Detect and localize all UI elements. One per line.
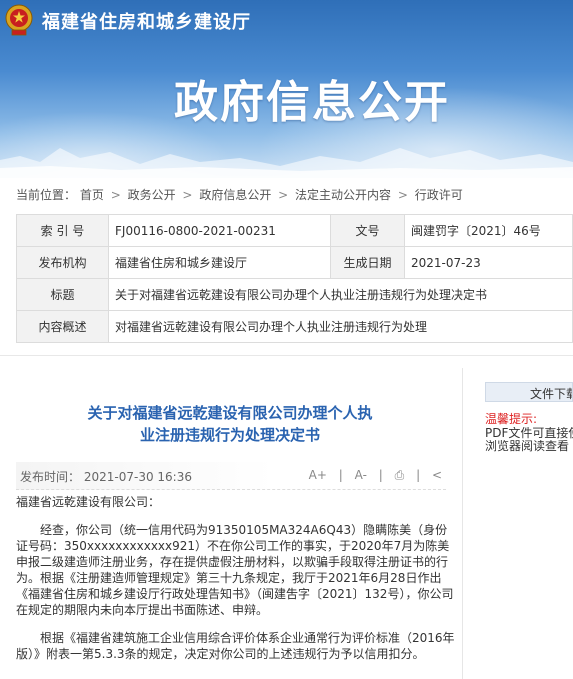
- header-banner: 福建省住房和城乡建设厅 政府信息公开: [0, 0, 573, 178]
- docno-value: 闽建罚字〔2021〕46号: [404, 214, 573, 247]
- tip-text: 浏览器阅读查看: [485, 440, 570, 453]
- table-row: 索 引 号 FJ00116-0800-2021-00231 文号 闽建罚字〔20…: [16, 214, 573, 247]
- sidebar: 文件下载 温馨提示: PDF文件可直接使用 浏览器阅读查看: [485, 382, 573, 453]
- publish-bar: 发布时间： 2021-07-30 16:36 A+ | A- | ⎙ | <: [16, 462, 446, 490]
- title-value: 关于对福建省远乾建设有限公司办理个人执业注册违规行为处理决定书: [108, 278, 573, 311]
- article-tools: A+ | A- | ⎙ | <: [301, 468, 442, 483]
- title-label: 标题: [16, 278, 109, 311]
- breadcrumb-open-affairs[interactable]: 政务公开: [128, 188, 176, 202]
- docno-label: 文号: [330, 214, 405, 247]
- breadcrumb-admin-license[interactable]: 行政许可: [415, 188, 463, 202]
- date-value: 2021-07-23: [404, 246, 573, 279]
- breadcrumb-gov-info[interactable]: 政府信息公开: [199, 188, 271, 202]
- font-decrease-button[interactable]: A-: [355, 468, 367, 482]
- date-label: 生成日期: [330, 246, 405, 279]
- article-paragraph: 经查，你公司（统一信用代码为91350105MA324A6Q43）隐瞒陈美（身份…: [16, 523, 454, 617]
- article-title-line: 业注册违规行为处理决定书: [139, 426, 320, 444]
- metadata-table: 索 引 号 FJ00116-0800-2021-00231 文号 闽建罚字〔20…: [16, 214, 573, 343]
- tool-separator: |: [378, 468, 383, 482]
- table-row: 发布机构 福建省住房和城乡建设厅 生成日期 2021-07-23: [16, 246, 573, 279]
- breadcrumb-separator: >: [397, 188, 408, 202]
- breadcrumb: 当前位置： 首页 > 政务公开 > 政府信息公开 > 法定主动公开内容 > 行政…: [16, 186, 463, 203]
- article-title-line: 关于对福建省远乾建设有限公司办理个人执: [87, 404, 373, 422]
- breadcrumb-separator: >: [278, 188, 289, 202]
- tool-separator: |: [416, 468, 421, 482]
- section-title: 政府信息公开: [174, 77, 450, 128]
- issuer-value: 福建省住房和城乡建设厅: [108, 246, 331, 279]
- column-divider: [462, 368, 463, 679]
- article-body: 福建省远乾建设有限公司： 经查，你公司（统一信用代码为91350105MA324…: [16, 494, 456, 674]
- site-name[interactable]: 福建省住房和城乡建设厅: [42, 8, 251, 34]
- section-divider: [0, 355, 573, 356]
- breadcrumb-separator: >: [110, 188, 121, 202]
- breadcrumb-prefix: 当前位置：: [16, 188, 77, 202]
- breadcrumb-statutory[interactable]: 法定主动公开内容: [295, 188, 391, 202]
- summary-label: 内容概述: [16, 310, 109, 343]
- file-download-heading[interactable]: 文件下载: [485, 382, 573, 402]
- issuer-label: 发布机构: [16, 246, 109, 279]
- breadcrumb-home[interactable]: 首页: [80, 188, 104, 202]
- table-row: 内容概述 对福建省远乾建设有限公司办理个人执业注册违规行为处理: [16, 310, 573, 343]
- index-label: 索 引 号: [16, 214, 109, 247]
- salutation: 福建省远乾建设有限公司：: [16, 495, 161, 509]
- index-value: FJ00116-0800-2021-00231: [108, 214, 331, 247]
- publish-time: 发布时间： 2021-07-30 16:36: [20, 468, 192, 485]
- font-increase-button[interactable]: A+: [309, 468, 327, 482]
- tool-separator: |: [338, 468, 343, 482]
- tip-label: 温馨提示:: [485, 412, 538, 426]
- publish-time-value: 2021-07-30 16:36: [83, 470, 192, 484]
- share-icon[interactable]: <: [432, 468, 442, 482]
- breadcrumb-separator: >: [182, 188, 193, 202]
- print-icon[interactable]: ⎙: [395, 468, 405, 482]
- publish-time-label: 发布时间：: [20, 470, 81, 484]
- article-title: 关于对福建省远乾建设有限公司办理个人执 业注册违规行为处理决定书: [60, 402, 400, 446]
- table-row: 标题 关于对福建省远乾建设有限公司办理个人执业注册违规行为处理决定书: [16, 278, 573, 311]
- national-emblem-icon: [5, 4, 33, 36]
- tip-text: PDF文件可直接使用: [485, 427, 573, 440]
- summary-value: 对福建省远乾建设有限公司办理个人执业注册违规行为处理: [108, 310, 573, 343]
- article-paragraph: 根据《福建省建筑施工企业信用综合评价体系企业通常行为评价标准（2016年版）》附…: [16, 631, 455, 661]
